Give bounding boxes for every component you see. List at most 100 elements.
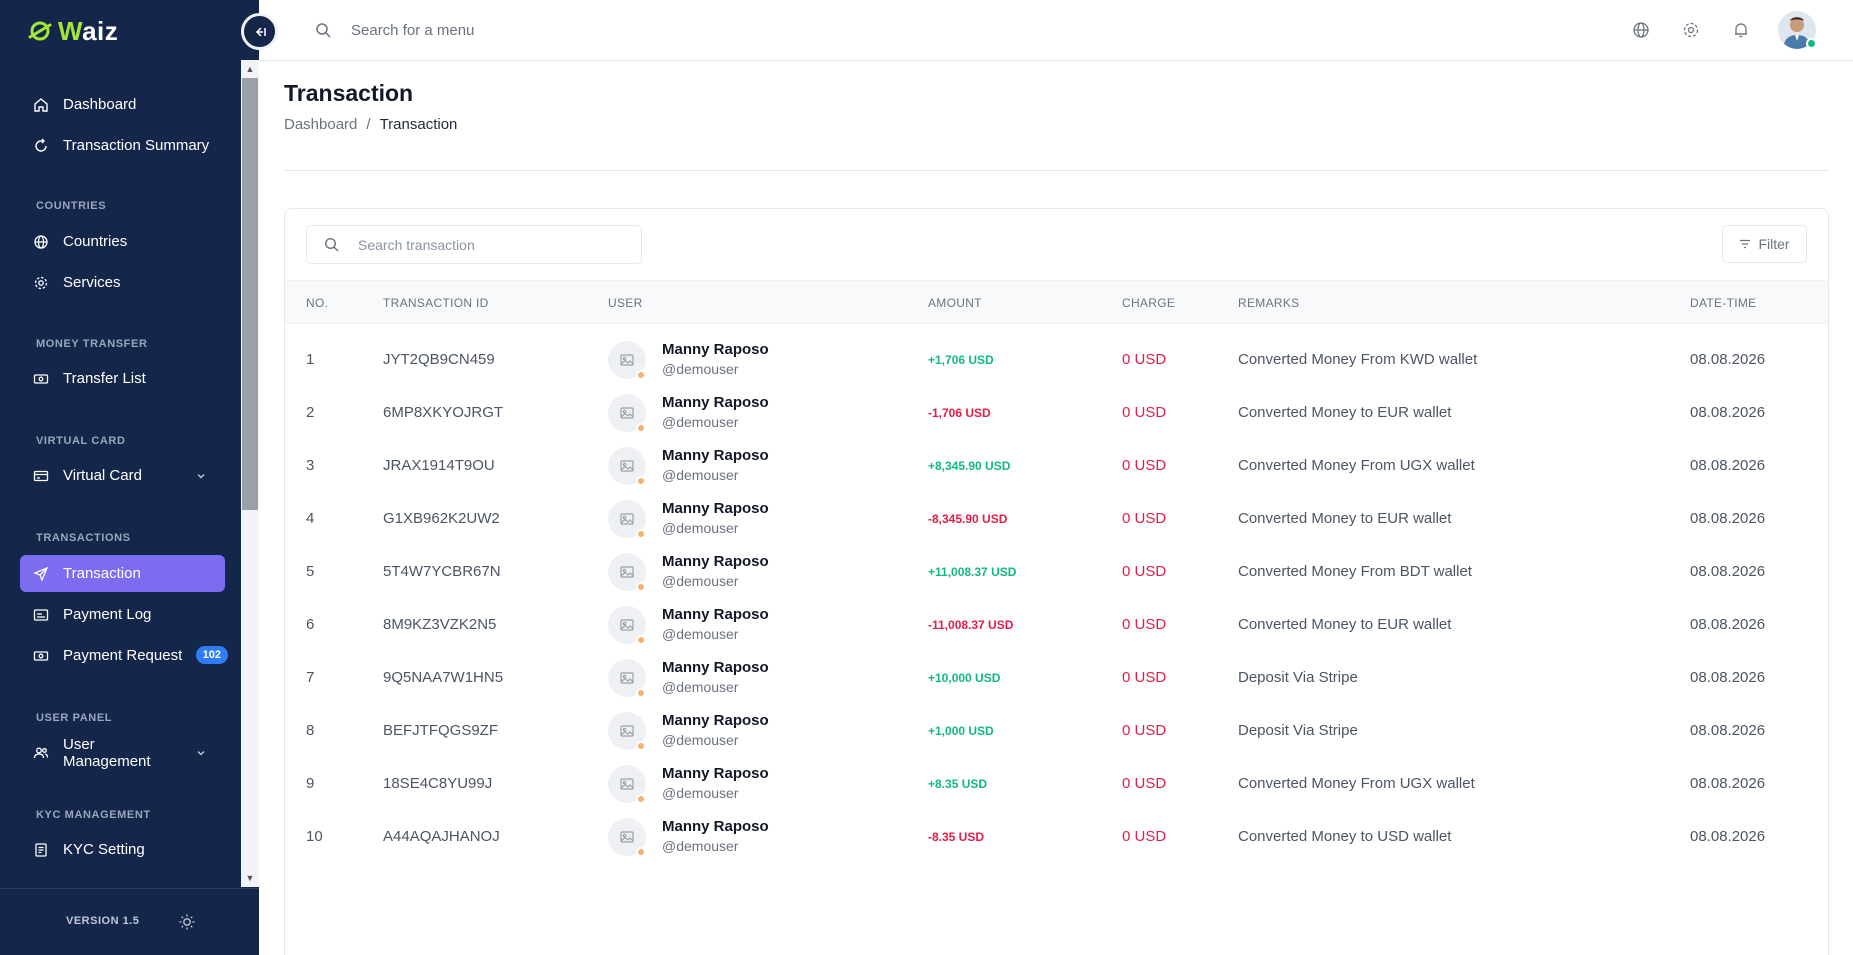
user-handle: @demouser <box>662 520 739 536</box>
transaction-charge: 0 USD <box>1122 775 1167 792</box>
image-placeholder-icon <box>620 566 634 578</box>
section-label-virtual-card: VIRTUAL CARD <box>36 435 126 447</box>
chevron-down-icon <box>197 750 205 755</box>
transaction-amount: -11,008.37 USD <box>928 618 1014 632</box>
sidebar-item-kyc-setting[interactable]: KYC Setting <box>20 831 225 868</box>
column-header-user[interactable]: USER <box>608 296 643 310</box>
transaction-remarks: Converted Money to EUR wallet <box>1238 510 1452 527</box>
user-handle: @demouser <box>662 626 739 642</box>
sidebar: Waiz Dashboard Transaction Summary COUNT… <box>0 0 259 955</box>
transaction-id: BEFJTFQGS9ZF <box>383 722 499 739</box>
transaction-search-box[interactable] <box>306 225 642 264</box>
column-header-transaction-id[interactable]: TRANSACTION ID <box>383 296 489 310</box>
section-label-money-transfer: MONEY TRANSFER <box>36 338 148 350</box>
transaction-id: JRAX1914T9OU <box>383 457 495 474</box>
logo-mark-icon <box>28 21 52 41</box>
sidebar-item-countries[interactable]: Countries <box>20 223 225 260</box>
user-name[interactable]: Manny Raposo <box>662 712 769 729</box>
bell-icon[interactable] <box>1732 21 1750 39</box>
globe-icon <box>34 234 48 249</box>
sidebar-collapse-button[interactable] <box>241 13 278 50</box>
row-number: 7 <box>306 669 315 686</box>
transaction-date: 08.08.2026 <box>1690 510 1766 527</box>
user-status-dot <box>636 476 646 486</box>
scroll-down-arrow-icon[interactable]: ▼ <box>245 873 255 883</box>
column-header-date-time[interactable]: DATE-TIME <box>1690 296 1756 310</box>
sidebar-item-label: Transfer List <box>63 370 146 387</box>
user-handle: @demouser <box>662 679 739 695</box>
transaction-amount: -8.35 USD <box>928 830 985 844</box>
column-header-no[interactable]: NO. <box>306 296 328 310</box>
user-name[interactable]: Manny Raposo <box>662 606 769 623</box>
sidebar-item-transaction[interactable]: Transaction <box>20 555 225 592</box>
transaction-search-input[interactable] <box>358 235 628 255</box>
table-header: NO. TRANSACTION ID USER AMOUNT CHARGE RE… <box>285 280 1828 324</box>
payment-request-count-badge: 102 <box>195 646 228 664</box>
filter-button[interactable]: Filter <box>1722 225 1807 263</box>
globe-icon[interactable] <box>1632 21 1650 39</box>
gear-icon <box>34 276 48 289</box>
sidebar-footer: VERSION 1.5 <box>0 888 259 955</box>
sidebar-item-label: KYC Setting <box>63 841 145 858</box>
transaction-id: 8M9KZ3VZK2N5 <box>383 616 497 633</box>
user-name[interactable]: Manny Raposo <box>662 500 769 517</box>
transaction-charge: 0 USD <box>1122 351 1167 368</box>
send-icon <box>33 566 49 582</box>
user-handle: @demouser <box>662 467 739 483</box>
user-name[interactable]: Manny Raposo <box>662 659 769 676</box>
gear-icon[interactable] <box>1682 21 1700 39</box>
column-header-charge[interactable]: CHARGE <box>1122 296 1175 310</box>
breadcrumb-link-dashboard[interactable]: Dashboard <box>284 116 357 133</box>
transaction-date: 08.08.2026 <box>1690 828 1766 845</box>
user-name[interactable]: Manny Raposo <box>662 818 769 835</box>
sidebar-item-payment-log[interactable]: Payment Log <box>20 596 225 633</box>
user-name[interactable]: Manny Raposo <box>662 394 769 411</box>
menu-search-input[interactable] <box>351 18 751 42</box>
sidebar-item-transfer-list[interactable]: Transfer List <box>20 360 225 397</box>
sidebar-scroll-thumb[interactable] <box>242 78 258 510</box>
money-icon <box>33 650 49 661</box>
transaction-charge: 0 USD <box>1122 563 1167 580</box>
user-status-dot <box>636 688 646 698</box>
transaction-id: 9Q5NAA7W1HN5 <box>383 669 504 686</box>
column-header-remarks[interactable]: REMARKS <box>1238 296 1299 310</box>
sidebar-item-label: Countries <box>63 233 128 250</box>
version-label: VERSION 1.5 <box>66 915 140 927</box>
brand-logo[interactable]: Waiz <box>28 14 118 48</box>
receipt-icon <box>33 608 49 621</box>
user-status-dot <box>636 847 646 857</box>
page-title: Transaction <box>284 80 414 106</box>
transaction-remarks: Deposit Via Stripe <box>1238 669 1358 686</box>
user-name[interactable]: Manny Raposo <box>662 341 769 358</box>
user-name[interactable]: Manny Raposo <box>662 447 769 464</box>
sidebar-item-transaction-summary[interactable]: Transaction Summary <box>20 127 225 164</box>
transaction-charge: 0 USD <box>1122 669 1167 686</box>
transaction-charge: 0 USD <box>1122 404 1167 421</box>
sidebar-item-payment-request[interactable]: Payment Request 102 <box>20 637 228 674</box>
user-status-dot <box>636 635 646 645</box>
logo-text: Waiz <box>58 15 119 46</box>
transaction-amount: +8,345.90 USD <box>928 459 1011 473</box>
column-header-amount[interactable]: AMOUNT <box>928 296 982 310</box>
transaction-amount: +1,706 USD <box>928 353 994 367</box>
user-name[interactable]: Manny Raposo <box>662 553 769 570</box>
sidebar-item-label: Services <box>63 274 121 291</box>
transaction-date: 08.08.2026 <box>1690 775 1766 792</box>
section-label-user-panel: USER PANEL <box>36 712 113 724</box>
row-number: 2 <box>306 404 315 421</box>
sidebar-scrollbar[interactable]: ▲ ▼ <box>241 60 259 887</box>
user-status-dot <box>636 529 646 539</box>
table-row[interactable]: 10 A44AQAJHANOJ Manny Raposo @demouser -… <box>285 805 1828 867</box>
transaction-id: 6MP8XKYOJRGT <box>383 404 504 421</box>
sun-icon[interactable] <box>178 913 196 931</box>
sidebar-item-virtual-card[interactable]: Virtual Card <box>20 457 225 494</box>
sidebar-item-user-management[interactable]: User Management <box>20 734 225 771</box>
user-name[interactable]: Manny Raposo <box>662 765 769 782</box>
transaction-id: JYT2QB9CN459 <box>383 351 495 368</box>
transaction-date: 08.08.2026 <box>1690 669 1766 686</box>
sidebar-item-dashboard[interactable]: Dashboard <box>20 86 225 123</box>
section-label-kyc-management: KYC MANAGEMENT <box>36 809 151 821</box>
sidebar-item-services[interactable]: Services <box>20 264 225 301</box>
user-status-dot <box>636 423 646 433</box>
scroll-up-arrow-icon[interactable]: ▲ <box>245 64 255 74</box>
